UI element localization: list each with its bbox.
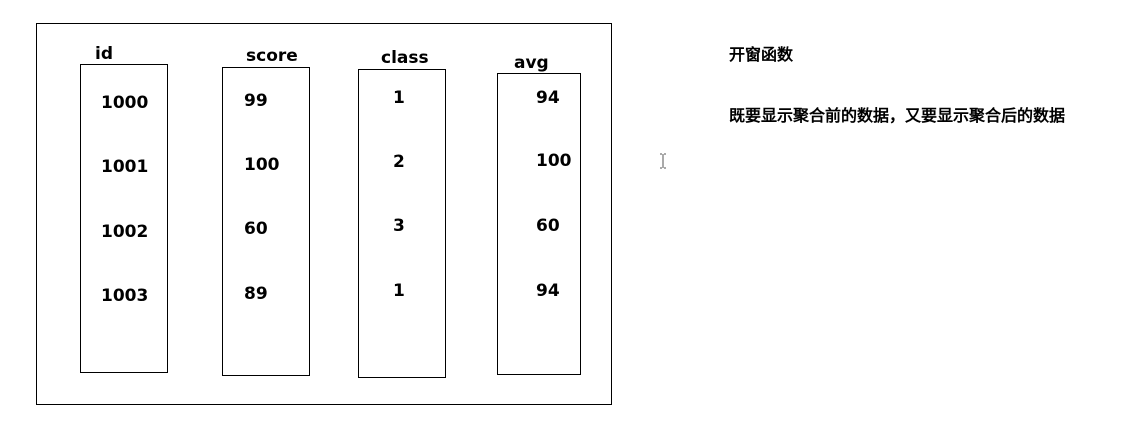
cell-class-row1: 1: [393, 88, 405, 108]
cell-id-row1: 1000: [101, 93, 149, 113]
cell-avg-row2: 100: [536, 151, 572, 171]
cell-score-row3: 60: [244, 219, 268, 239]
column-header-score: score: [246, 46, 298, 66]
cell-avg-row3: 60: [536, 216, 560, 236]
cell-avg-row4: 94: [536, 281, 560, 301]
text-cursor-icon: [660, 153, 666, 169]
column-header-class: class: [381, 48, 429, 68]
cell-class-row3: 3: [393, 216, 405, 236]
cell-id-row3: 1002: [101, 222, 149, 242]
notes-title: 开窗函数: [729, 45, 794, 64]
cell-class-row2: 2: [393, 152, 405, 172]
column-header-id: id: [95, 44, 113, 64]
cell-score-row4: 89: [244, 284, 268, 304]
cell-avg-row1: 94: [536, 88, 560, 108]
cell-class-row4: 1: [393, 281, 405, 301]
cell-score-row2: 100: [244, 155, 280, 175]
cell-score-row1: 99: [244, 91, 268, 111]
cell-id-row4: 1003: [101, 286, 149, 306]
column-header-avg: avg: [514, 53, 549, 73]
notes-body: 既要显示聚合前的数据，又要显示聚合后的数据: [729, 106, 1066, 125]
cell-id-row2: 1001: [101, 157, 149, 177]
